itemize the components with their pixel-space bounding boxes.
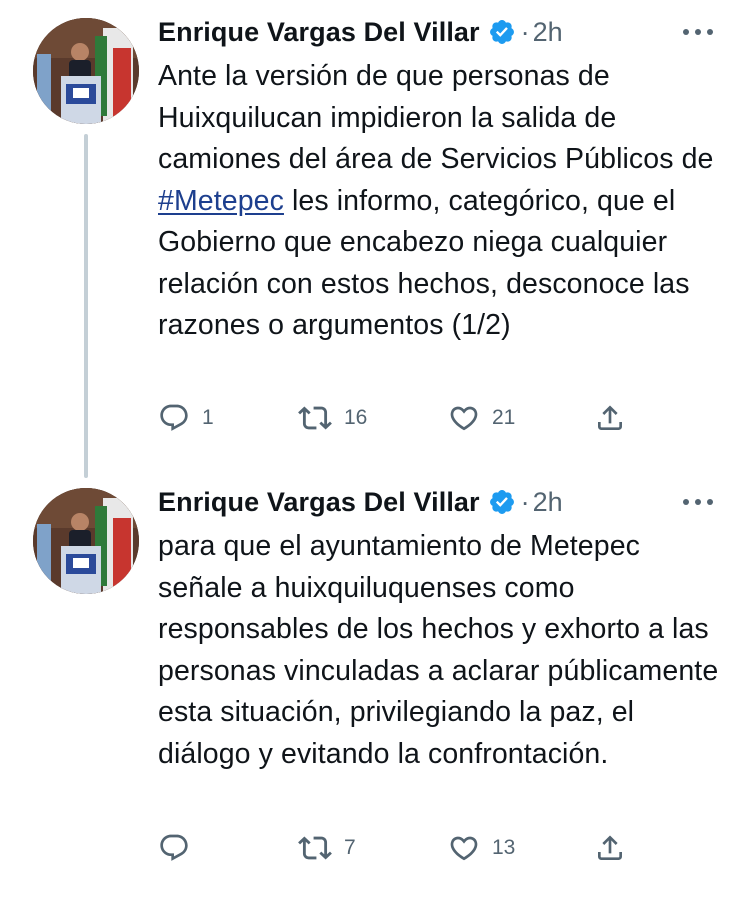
reply-icon	[158, 832, 190, 864]
like-button[interactable]: 13	[448, 828, 515, 868]
hashtag-link[interactable]: #Metepec	[158, 185, 284, 217]
like-count: 13	[492, 836, 516, 859]
separator-dot: ·	[520, 16, 530, 47]
avatar[interactable]	[33, 488, 139, 594]
author-name[interactable]: Enrique Vargas Del Villar	[158, 487, 480, 518]
share-button[interactable]	[594, 398, 626, 438]
reply-button[interactable]	[158, 828, 202, 868]
share-icon	[594, 832, 626, 864]
author-name[interactable]: Enrique Vargas Del Villar	[158, 17, 480, 48]
verified-badge-icon	[488, 488, 516, 516]
tweet-text-part: Ante la versión de que personas de Huixq…	[158, 60, 714, 175]
retweet-button[interactable]: 7	[298, 828, 356, 868]
timestamp[interactable]: 2h	[533, 17, 563, 48]
heart-icon	[448, 402, 480, 434]
separator-dot: ·	[520, 486, 530, 517]
reply-icon	[158, 402, 190, 434]
share-icon	[594, 402, 626, 434]
verified-badge-icon	[488, 18, 516, 46]
avatar-photo	[33, 18, 139, 124]
tweet-header: Enrique Vargas Del Villar · 2h	[158, 484, 563, 520]
tweet-header: Enrique Vargas Del Villar · 2h	[158, 14, 563, 50]
tweet-actions: 1 16 21	[158, 398, 638, 438]
tweet-1[interactable]: Enrique Vargas Del Villar · 2h Ante la v…	[0, 0, 750, 478]
like-button[interactable]: 21	[448, 398, 515, 438]
heart-icon	[448, 832, 480, 864]
tweet-text: Ante la versión de que personas de Huixq…	[158, 56, 728, 347]
retweet-icon	[298, 831, 332, 865]
reply-button[interactable]: 1	[158, 398, 214, 438]
more-options-icon[interactable]	[680, 488, 716, 516]
tweet-2[interactable]: Enrique Vargas Del Villar · 2h para que …	[0, 470, 750, 898]
more-options-icon[interactable]	[680, 18, 716, 46]
tweet-actions: 7 13	[158, 828, 638, 868]
thread-line	[84, 134, 88, 478]
timestamp[interactable]: 2h	[533, 487, 563, 518]
like-count: 21	[492, 406, 516, 429]
tweet-text: para que el ayuntamiento de Metepec seña…	[158, 530, 719, 770]
retweet-count: 16	[344, 406, 368, 429]
reply-count: 1	[202, 406, 214, 429]
retweet-icon	[298, 401, 332, 435]
retweet-count: 7	[344, 836, 356, 859]
avatar-photo	[33, 488, 139, 594]
retweet-button[interactable]: 16	[298, 398, 367, 438]
share-button[interactable]	[594, 828, 626, 868]
avatar[interactable]	[33, 18, 139, 124]
